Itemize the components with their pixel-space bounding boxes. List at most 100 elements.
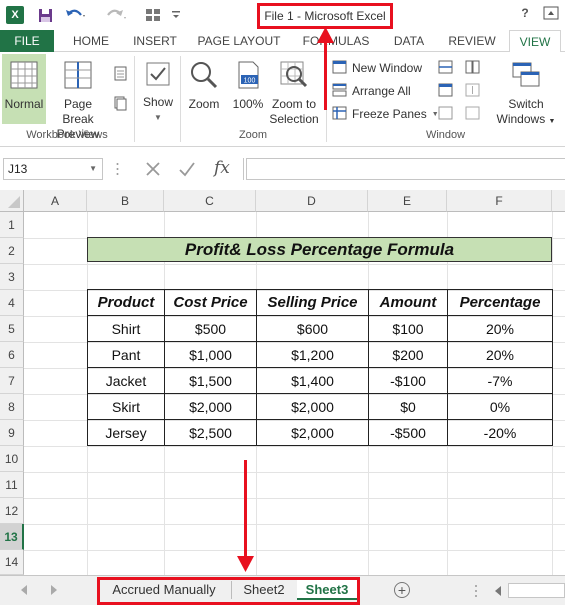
view-side-by-side-icon[interactable]: [464, 60, 480, 78]
zoom-to-selection-button[interactable]: Zoom to Selection: [268, 60, 320, 127]
row-header[interactable]: 4: [0, 290, 24, 316]
formula-input[interactable]: [246, 158, 565, 180]
table-cell[interactable]: 20%: [447, 315, 553, 342]
horizontal-scrollbar[interactable]: [508, 583, 565, 598]
table-cell[interactable]: $600: [256, 315, 369, 342]
column-header[interactable]: F: [447, 190, 552, 212]
table-cell[interactable]: Skirt: [87, 393, 165, 420]
tab-insert[interactable]: INSERT: [130, 30, 180, 52]
sheet-tab-sheet3[interactable]: Sheet3: [297, 580, 357, 600]
new-window-button[interactable]: New Window: [332, 59, 422, 77]
row-header[interactable]: 6: [0, 342, 24, 368]
redo-icon[interactable]: [104, 6, 128, 24]
select-all-corner[interactable]: [0, 190, 24, 212]
help-button[interactable]: ?: [516, 6, 534, 22]
row-header[interactable]: 14: [0, 550, 24, 575]
tab-data[interactable]: DATA: [388, 30, 430, 52]
row-header[interactable]: 3: [0, 264, 24, 290]
reset-window-position-icon[interactable]: [464, 106, 480, 124]
page-layout-view-icon[interactable]: [112, 66, 128, 85]
horizontal-scroll-grip-icon[interactable]: [474, 584, 478, 601]
table-header-cell[interactable]: Selling Price: [256, 289, 369, 316]
enter-icon[interactable]: [178, 160, 196, 181]
table-header-cell[interactable]: Percentage: [447, 289, 553, 316]
scroll-tabs-right-icon[interactable]: [50, 584, 58, 598]
column-header[interactable]: C: [164, 190, 256, 212]
table-header-cell[interactable]: Cost Price: [164, 289, 257, 316]
table-cell[interactable]: $200: [368, 341, 448, 368]
table-cell[interactable]: $2,000: [256, 393, 369, 420]
scroll-left-icon[interactable]: [494, 585, 502, 599]
column-header[interactable]: [552, 190, 565, 212]
table-cell[interactable]: $1,200: [256, 341, 369, 368]
tab-review[interactable]: REVIEW: [444, 30, 500, 52]
table-cell[interactable]: Pant: [87, 341, 165, 368]
chevron-down-icon[interactable]: ▼: [89, 159, 97, 179]
tab-file[interactable]: FILE: [0, 30, 54, 52]
table-cell[interactable]: -$500: [368, 419, 448, 446]
tab-formulas[interactable]: FORMULAS: [300, 30, 372, 52]
table-cell[interactable]: -$100: [368, 367, 448, 394]
freeze-panes-button[interactable]: Freeze Panes ▼: [332, 105, 439, 123]
row-header[interactable]: 1: [0, 212, 24, 238]
split-icon[interactable]: [437, 60, 453, 78]
tab-view[interactable]: VIEW: [509, 30, 561, 53]
row-header[interactable]: 7: [0, 368, 24, 394]
synchronous-scrolling-icon[interactable]: [464, 83, 480, 101]
table-cell[interactable]: $500: [164, 315, 257, 342]
row-header-selected[interactable]: 13: [0, 524, 24, 550]
table-cell[interactable]: $1,400: [256, 367, 369, 394]
customize-toolbar-icon[interactable]: [170, 6, 182, 24]
table-cell[interactable]: $2,000: [164, 393, 257, 420]
new-sheet-button[interactable]: +: [394, 582, 410, 598]
table-cell[interactable]: 0%: [447, 393, 553, 420]
switch-windows-button[interactable]: Switch Windows ▼: [493, 60, 559, 129]
row-header[interactable]: 12: [0, 498, 24, 524]
column-header[interactable]: D: [256, 190, 368, 212]
scroll-tabs-left-icon[interactable]: [20, 584, 28, 598]
normal-view-button[interactable]: Normal: [2, 54, 46, 124]
row-header[interactable]: 5: [0, 316, 24, 342]
column-header[interactable]: B: [87, 190, 164, 212]
unhide-window-icon[interactable]: [437, 106, 453, 124]
table-cell[interactable]: $1,500: [164, 367, 257, 394]
worksheet-grid[interactable]: A B C D E F 1 2 3 4 5 6 7 8 9 10 11 12 1…: [0, 190, 565, 575]
column-header[interactable]: A: [24, 190, 87, 212]
table-cell[interactable]: $2,000: [256, 419, 369, 446]
tab-home[interactable]: HOME: [66, 30, 116, 52]
table-header-cell[interactable]: Product: [87, 289, 165, 316]
ribbon-display-options-icon[interactable]: [542, 6, 560, 22]
table-cell[interactable]: Shirt: [87, 315, 165, 342]
table-cell[interactable]: -20%: [447, 419, 553, 446]
name-box[interactable]: J13 ▼: [3, 158, 103, 180]
table-cell[interactable]: $100: [368, 315, 448, 342]
hide-window-icon[interactable]: [437, 83, 453, 101]
formula-bar-grip[interactable]: [116, 161, 119, 177]
save-icon[interactable]: [36, 6, 54, 24]
column-header[interactable]: E: [368, 190, 447, 212]
row-header[interactable]: 11: [0, 472, 24, 498]
row-header[interactable]: 8: [0, 394, 24, 420]
show-button[interactable]: Show ▼: [140, 60, 176, 125]
tab-page-layout[interactable]: PAGE LAYOUT: [194, 30, 284, 52]
zoom-100-button[interactable]: 100 100%: [228, 60, 268, 112]
cancel-icon[interactable]: [144, 160, 162, 181]
arrange-all-button[interactable]: Arrange All: [332, 82, 411, 100]
sheet-tab-sheet2[interactable]: Sheet2: [235, 580, 293, 600]
row-header[interactable]: 2: [0, 238, 24, 264]
table-cell[interactable]: Jacket: [87, 367, 165, 394]
sheet-title-cell[interactable]: Profit& Loss Percentage Formula: [87, 237, 552, 262]
custom-views-icon[interactable]: [112, 96, 128, 115]
zoom-button[interactable]: Zoom: [184, 60, 224, 112]
insert-function-icon[interactable]: fx: [214, 158, 230, 178]
sheet-tab-accrued-manually[interactable]: Accrued Manually: [103, 580, 225, 600]
table-header-cell[interactable]: Amount: [368, 289, 448, 316]
row-header[interactable]: 9: [0, 420, 24, 446]
row-header[interactable]: 10: [0, 446, 24, 472]
table-cell[interactable]: $0: [368, 393, 448, 420]
table-cell[interactable]: $2,500: [164, 419, 257, 446]
table-cell[interactable]: 20%: [447, 341, 553, 368]
table-cell[interactable]: $1,000: [164, 341, 257, 368]
table-cell[interactable]: -7%: [447, 367, 553, 394]
undo-icon[interactable]: [64, 6, 88, 24]
